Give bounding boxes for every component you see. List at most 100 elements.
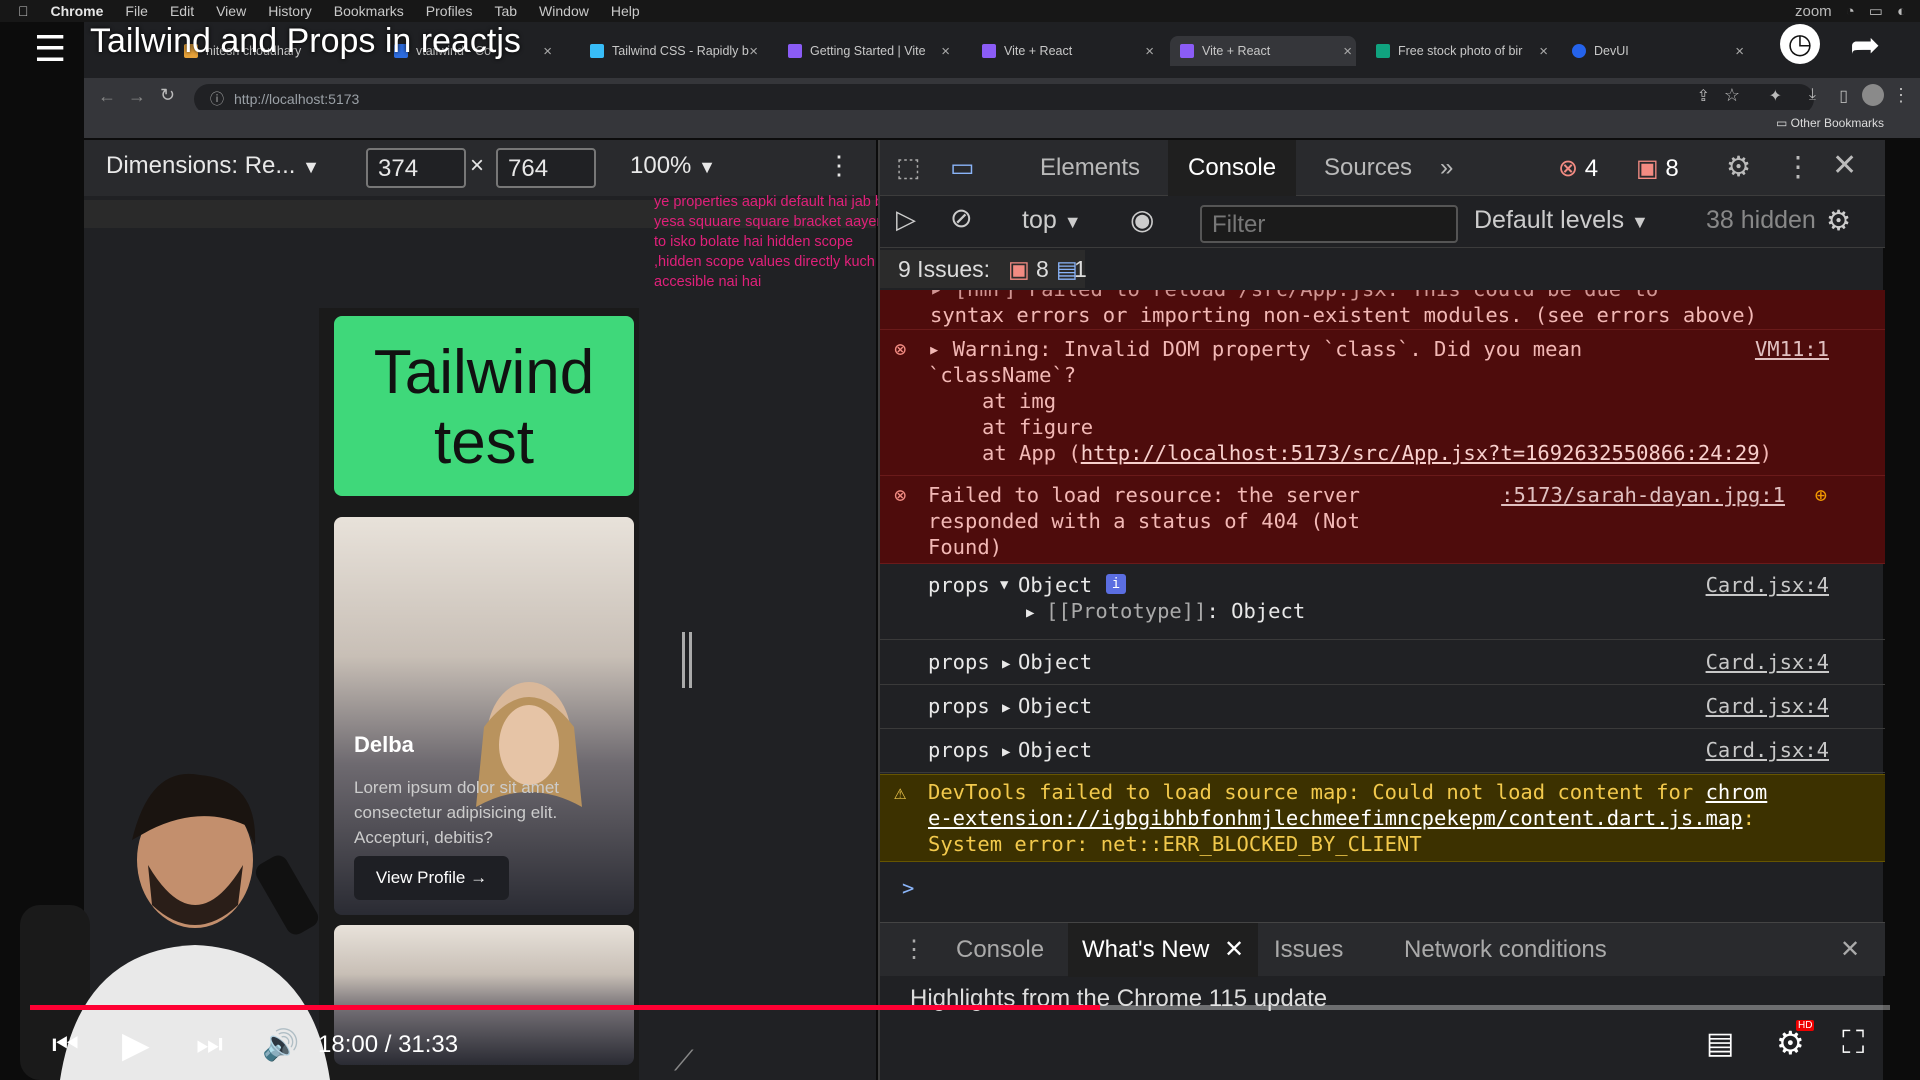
levels-dropdown[interactable]: Default levels ▼: [1474, 206, 1649, 235]
close-drawer-icon[interactable]: ✕: [1840, 923, 1860, 977]
previous-icon[interactable]: ⏮: [52, 1028, 79, 1062]
forward-icon[interactable]: →: [128, 86, 146, 107]
filter-input[interactable]: Filter: [1200, 205, 1458, 243]
browser-tab-active[interactable]: Vite + React ×: [1170, 36, 1356, 66]
menu-bookmarks[interactable]: Bookmarks: [334, 3, 404, 19]
menu-edit[interactable]: Edit: [170, 3, 194, 19]
watch-later-icon[interactable]: ◷: [1780, 24, 1820, 64]
download-icon[interactable]: ⤓: [1809, 86, 1816, 104]
drawer-tab-console[interactable]: Console: [956, 923, 1044, 977]
device-toggle-icon[interactable]: ▭: [950, 152, 975, 183]
source-link[interactable]: Card.jsx:4: [1706, 693, 1829, 720]
tab-elements[interactable]: Elements: [1040, 140, 1140, 196]
close-tab-icon[interactable]: ×: [543, 43, 552, 60]
captions-icon[interactable]: ▤: [1706, 1026, 1734, 1061]
next-icon[interactable]: ⏭: [196, 1028, 223, 1062]
browser-tab[interactable]: DevUI ×: [1562, 36, 1748, 66]
browser-tab[interactable]: Free stock photo of bir ×: [1366, 36, 1552, 66]
close-tab-icon[interactable]: ×: [1539, 43, 1548, 60]
volume-icon[interactable]: 🔊: [262, 1028, 299, 1063]
menu-history[interactable]: History: [268, 3, 312, 19]
menu-app[interactable]: Chrome: [51, 3, 104, 19]
menu-file[interactable]: File: [125, 3, 148, 19]
gear-icon[interactable]: ⚙: [1726, 150, 1751, 183]
source-link[interactable]: Card.jsx:4: [1706, 649, 1829, 676]
share-icon[interactable]: ➦: [1850, 24, 1880, 66]
source-link[interactable]: http://localhost:5173/src/App.jsx?t=1692…: [1081, 441, 1760, 465]
menu-view[interactable]: View: [216, 3, 246, 19]
error-badge[interactable]: ⊗ 4: [1558, 154, 1598, 183]
zoom-dropdown[interactable]: 100% ▼: [630, 152, 716, 180]
close-tab-icon[interactable]: ×: [1735, 43, 1744, 60]
browser-tab[interactable]: Vite + React ×: [972, 36, 1158, 66]
more-tabs-icon[interactable]: »: [1440, 140, 1453, 196]
star-icon[interactable]: ☆: [1724, 85, 1740, 106]
close-icon[interactable]: ✕: [1224, 936, 1244, 963]
context-dropdown[interactable]: top ▼: [1022, 206, 1082, 235]
exit-fullscreen-icon[interactable]: ⛶: [1842, 1024, 1864, 1062]
drawer-menu-icon[interactable]: ⋮: [902, 935, 926, 964]
kebab-menu-icon[interactable]: ⋮: [826, 150, 852, 181]
info-icon[interactable]: ⓘ: [210, 89, 224, 109]
control-center-icon[interactable]: ◐: [1897, 3, 1906, 20]
apple-icon[interactable]: : [18, 3, 29, 19]
source-link[interactable]: chrom: [1706, 780, 1768, 804]
eye-icon[interactable]: ◉: [1130, 203, 1154, 236]
close-icon[interactable]: ✕: [1832, 148, 1857, 183]
triangle-down-icon[interactable]: ▼: [1000, 572, 1008, 599]
sidepanel-icon[interactable]: ▯: [1839, 86, 1848, 106]
console-log[interactable]: props ▶ Object Card.jsx:4: [880, 641, 1885, 685]
info-icon[interactable]: i: [1106, 574, 1126, 594]
kebab-menu-icon[interactable]: ⋮: [1892, 85, 1910, 106]
drawer-tab-issues[interactable]: Issues: [1274, 923, 1343, 977]
console-log[interactable]: props ▶ Object Card.jsx:4: [880, 729, 1885, 773]
gear-icon[interactable]: ⚙: [1826, 204, 1851, 237]
close-tab-icon[interactable]: ×: [941, 43, 950, 60]
zoom-status[interactable]: zoom: [1795, 3, 1832, 20]
resize-handle[interactable]: [682, 632, 692, 688]
playlist-menu-icon[interactable]: ☰: [34, 28, 66, 70]
tab-sources[interactable]: Sources: [1324, 140, 1412, 196]
clear-console-icon[interactable]: ⊘: [950, 203, 973, 234]
play-icon[interactable]: ▶: [122, 1024, 150, 1066]
source-link[interactable]: Card.jsx:4: [1706, 572, 1829, 599]
view-profile-button[interactable]: View Profile →: [354, 856, 509, 900]
console-prompt[interactable]: >: [902, 875, 914, 902]
battery-icon[interactable]: ▭: [1869, 2, 1883, 20]
browser-tab[interactable]: Getting Started | Vite ×: [778, 36, 954, 66]
width-input[interactable]: 374: [366, 148, 466, 188]
source-link[interactable]: :5173/sarah-dayan.jpg:1: [1501, 482, 1785, 509]
kebab-menu-icon[interactable]: ⋮: [1784, 150, 1812, 183]
inspect-icon[interactable]: ⬚: [896, 152, 921, 183]
close-tab-icon[interactable]: ×: [1145, 43, 1154, 60]
network-icon[interactable]: ⊕: [1815, 482, 1827, 509]
drawer-tab-network-conditions[interactable]: Network conditions: [1404, 923, 1607, 977]
extension-icon[interactable]: ✦: [1769, 86, 1782, 106]
menu-help[interactable]: Help: [611, 3, 640, 19]
reload-icon[interactable]: ↻: [160, 85, 175, 106]
menu-window[interactable]: Window: [539, 3, 589, 19]
triangle-right-icon[interactable]: ▶: [1002, 695, 1010, 722]
source-link[interactable]: Card.jsx:4: [1706, 737, 1829, 764]
tab-console[interactable]: Console: [1168, 140, 1297, 196]
drawer-tab-whats-new[interactable]: What's New ✕: [1068, 923, 1259, 977]
console-log[interactable]: props ▶ Object Card.jsx:4: [880, 685, 1885, 729]
height-input[interactable]: 764: [496, 148, 596, 188]
source-link[interactable]: e-extension://igbgibhbfonhmjlechmeefimnc…: [928, 806, 1743, 830]
avatar[interactable]: [1862, 84, 1884, 106]
triangle-right-icon[interactable]: ▶: [1002, 651, 1010, 678]
triangle-right-icon[interactable]: ▶: [1002, 739, 1010, 766]
issues-badge[interactable]: ▣ 8: [1636, 154, 1679, 183]
menu-profiles[interactable]: Profiles: [426, 3, 473, 19]
other-bookmarks[interactable]: ▭ Other Bookmarks: [1776, 116, 1884, 130]
console-log-expanded[interactable]: props ▼ Object i ▶ [[Prototype]]: Object…: [880, 564, 1885, 640]
browser-tab[interactable]: Tailwind CSS - Rapidly b ×: [580, 36, 762, 66]
share-icon[interactable]: ⇪: [1697, 86, 1710, 106]
triangle-right-icon[interactable]: ▶: [1026, 600, 1034, 627]
issues-bar[interactable]: 9 Issues: ▣ 8 ▤ 1: [880, 250, 1087, 288]
close-tab-icon[interactable]: ×: [1343, 43, 1352, 60]
wifi-icon[interactable]: ◔: [1846, 3, 1855, 20]
sidebar-toggle-icon[interactable]: ▷: [896, 204, 916, 235]
close-tab-icon[interactable]: ×: [749, 43, 758, 60]
menu-tab[interactable]: Tab: [494, 3, 517, 19]
